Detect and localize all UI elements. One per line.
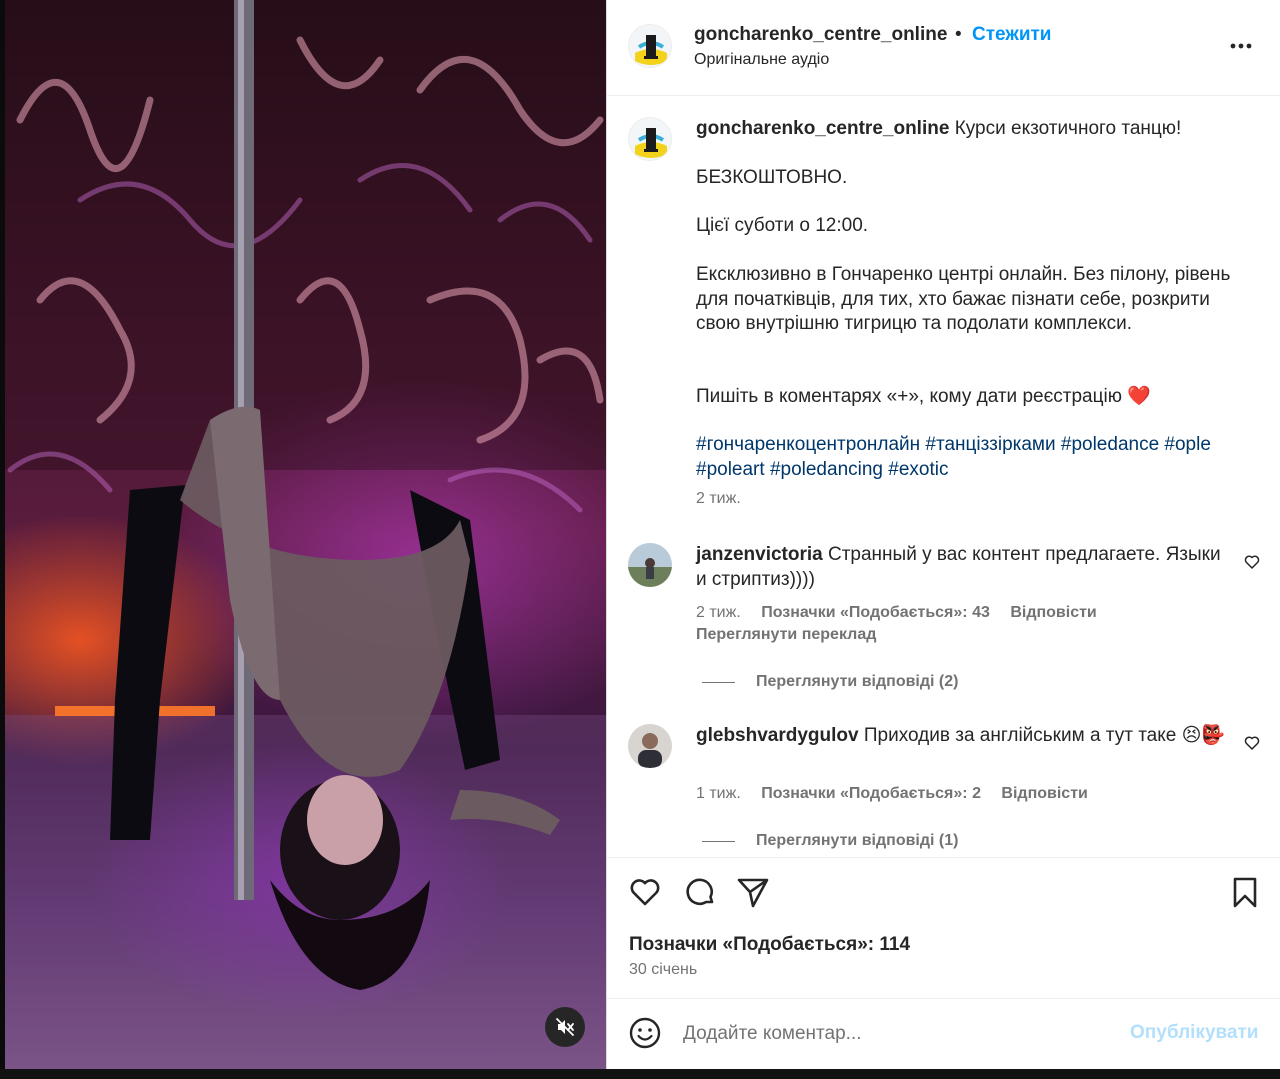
caption-timestamp[interactable]: 2 тиж. [696, 490, 741, 508]
see-translation-button[interactable]: Переглянути переклад [696, 626, 876, 644]
post-header: goncharenko_centre_online • Стежити Ориг… [607, 0, 1280, 96]
mute-toggle-button[interactable] [545, 1007, 585, 1047]
comment-like-heart-icon[interactable] [1243, 734, 1261, 752]
comment-username[interactable]: glebshvardygulov [696, 725, 859, 746]
profile-avatar[interactable] [628, 24, 672, 68]
replies-divider [702, 682, 735, 683]
brand-logo-icon [629, 25, 671, 67]
replies-divider [702, 841, 735, 842]
window-edge [0, 0, 5, 1079]
add-comment-bar: Опублікувати [607, 998, 1280, 1069]
caption-line-1: goncharenko_centre_online Курси екзотичн… [696, 117, 1256, 142]
comment-meta: 2 тиж. Позначки «Подобається»: 43 Відпов… [696, 604, 1113, 622]
comment-input[interactable] [683, 1021, 1103, 1047]
comment-body: glebshvardygulov Приходив за англійським… [696, 724, 1236, 749]
reply-button[interactable]: Відповісти [1001, 785, 1087, 802]
avatar-photo [628, 724, 672, 768]
caption-paragraph: Ексклюзивно в Гончаренко центрі онлайн. … [696, 264, 1231, 334]
comment-username[interactable]: janzenvictoria [696, 544, 823, 565]
emoji-icon[interactable] [627, 1015, 663, 1051]
bookmark-icon[interactable] [1227, 874, 1263, 910]
post-actions: Позначки «Подобається»: 114 30 січень [607, 857, 1280, 998]
paper-plane-icon[interactable] [735, 874, 771, 910]
heart-icon[interactable] [627, 874, 663, 910]
comment-avatar[interactable] [628, 543, 672, 587]
caption-author-username[interactable]: goncharenko_centre_online [696, 118, 949, 139]
comment-meta: 1 тиж. Позначки «Подобається»: 2 Відпові… [696, 785, 1104, 803]
post-details-panel: goncharenko_centre_online • Стежити Ориг… [606, 0, 1280, 1069]
comments-section[interactable]: goncharenko_centre_online Курси екзотичн… [607, 97, 1280, 857]
video-frame-image [0, 0, 606, 1069]
caption-hashtags[interactable]: #гончаренкоцентронлайн #танціззірками #p… [696, 433, 1256, 482]
comment-like-heart-icon[interactable] [1243, 553, 1261, 571]
window-bottom-edge [0, 1069, 1280, 1079]
caption-title: Курси екзотичного танцю! [954, 118, 1182, 139]
brand-logo-icon [629, 118, 671, 160]
caption-cta: Пишіть в коментарях «+», кому дати реєст… [696, 386, 1122, 407]
view-replies-button[interactable]: Переглянути відповіді (1) [756, 832, 958, 850]
comment-time[interactable]: 1 тиж. [696, 785, 741, 802]
caption-author-avatar[interactable] [628, 117, 672, 161]
audio-label[interactable]: Оригінальне аудіо [694, 51, 829, 69]
comment-likes[interactable]: Позначки «Подобається»: 2 [761, 785, 981, 802]
comment-body: janzenvictoria Странный у вас контент пр… [696, 543, 1236, 592]
reply-button[interactable]: Відповісти [1010, 604, 1096, 621]
separator-dot: • [955, 24, 962, 45]
avatar-photo [628, 543, 672, 587]
muted-speaker-icon [556, 1018, 574, 1036]
more-options-icon [1230, 43, 1252, 49]
heart-emoji: ❤️ [1127, 386, 1151, 407]
comment-time[interactable]: 2 тиж. [696, 604, 741, 621]
caption-line-5: Пишіть в коментарях «+», кому дати реєст… [696, 385, 1256, 410]
follow-button[interactable]: Стежити [972, 24, 1051, 46]
view-replies-button[interactable]: Переглянути відповіді (2) [756, 673, 958, 691]
caption-line-3: Цієї суботи о 12:00. [696, 215, 869, 236]
comment-emoji: 😣👺 [1181, 725, 1226, 746]
more-options-button[interactable] [1227, 34, 1259, 54]
comment-text: Приходив за англійським а тут таке [863, 725, 1177, 746]
post-author-username[interactable]: goncharenko_centre_online [694, 24, 947, 46]
likes-count[interactable]: Позначки «Подобається»: 114 [629, 934, 910, 956]
post-video[interactable] [0, 0, 606, 1069]
comment-avatar[interactable] [628, 724, 672, 768]
comment-likes[interactable]: Позначки «Подобається»: 43 [761, 604, 990, 621]
post-date: 30 січень [629, 961, 698, 978]
publish-button[interactable]: Опублікувати [1130, 1022, 1259, 1044]
comment-icon[interactable] [682, 874, 718, 910]
caption-line-2: БЕЗКОШТОВНО. [696, 167, 848, 188]
